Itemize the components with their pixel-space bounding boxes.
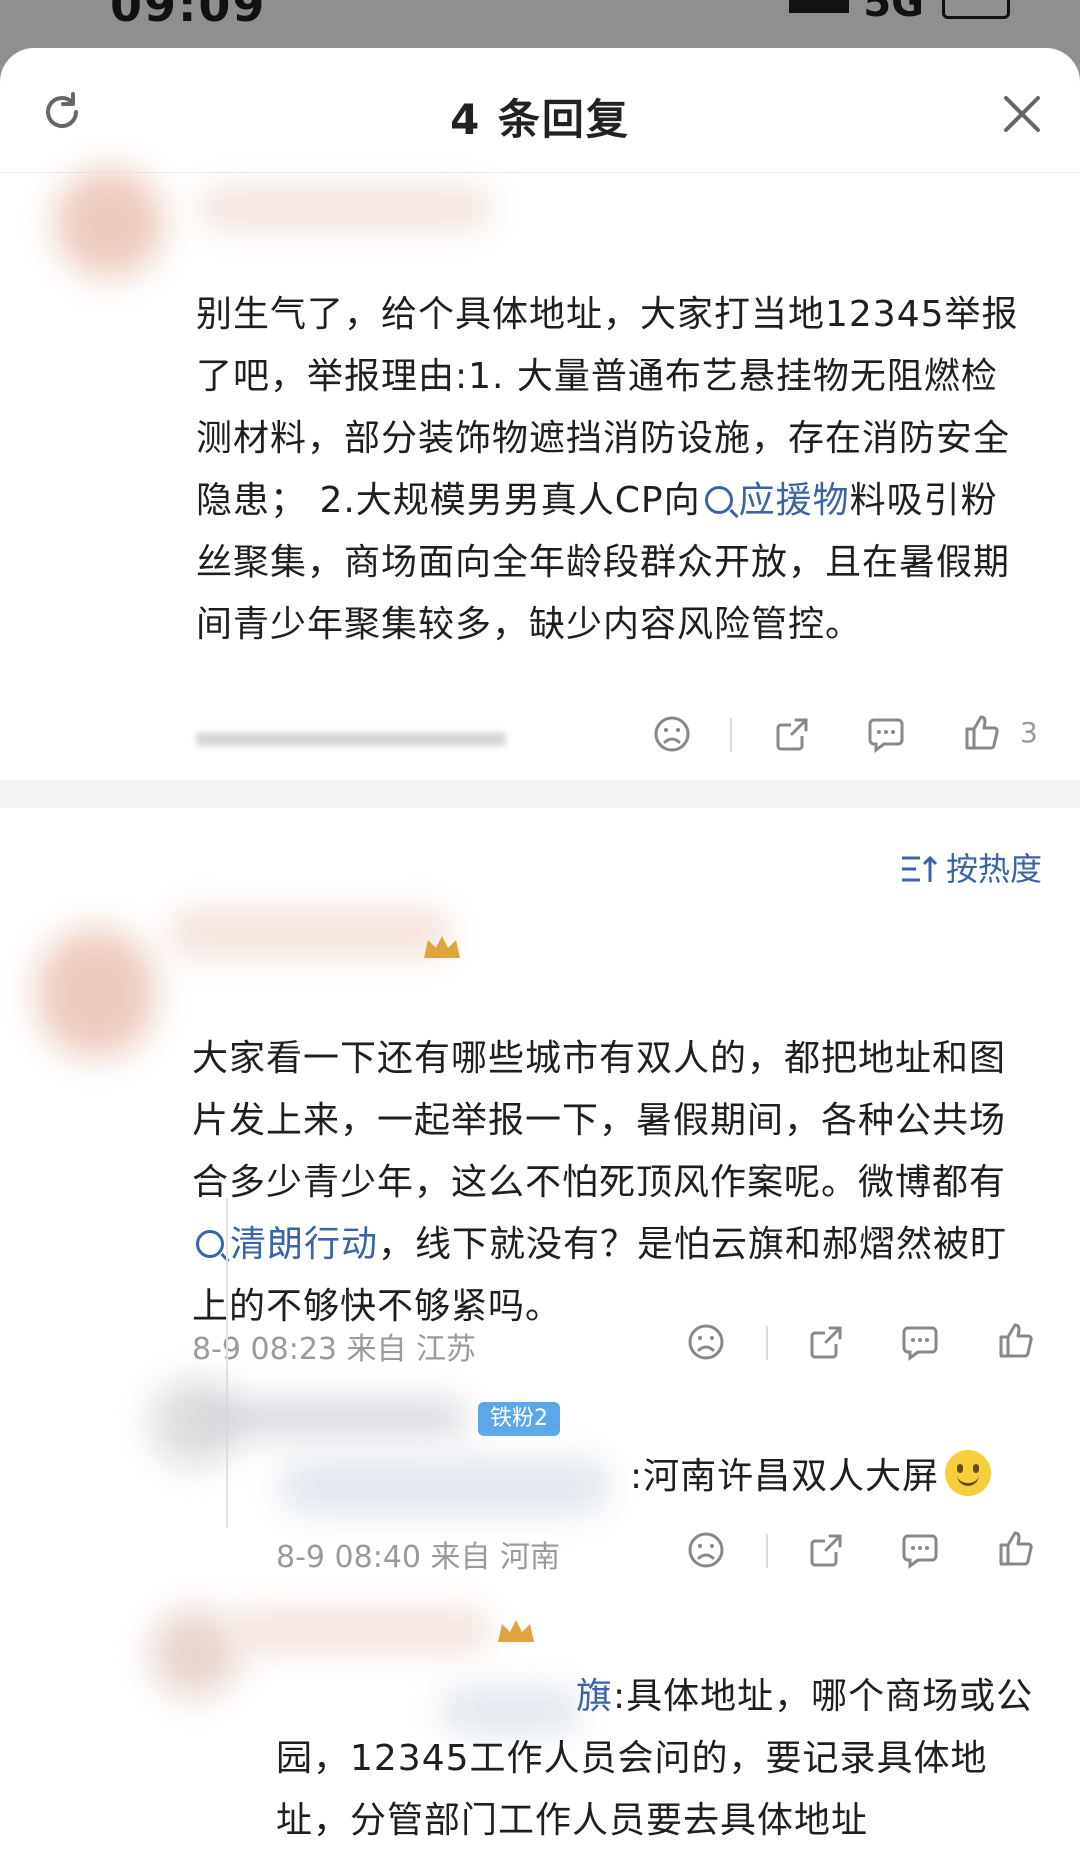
- dislike-icon[interactable]: [686, 1322, 726, 1362]
- crown-icon: [424, 936, 460, 958]
- root-comment-text: 别生气了，给个具体地址，大家打当地12345举报了吧，举报理由:1. 大量普通布…: [196, 294, 1019, 645]
- comment-icon[interactable]: [900, 1322, 940, 1362]
- status-indicators: 5G: [789, 0, 1010, 26]
- username[interactable]: [200, 188, 490, 228]
- sort-label: 按热度: [945, 850, 1042, 888]
- timestamp: [196, 732, 506, 746]
- reply-target-name[interactable]: [280, 1458, 610, 1514]
- sort-icon: [901, 855, 938, 882]
- reply-meta: 8-9 08:23 来自 江苏: [192, 1332, 477, 1367]
- status-bar: 09:09 5G: [0, 0, 1080, 48]
- avatar[interactable]: [54, 168, 164, 278]
- divider: [730, 718, 732, 752]
- thread-line: [226, 1198, 228, 1528]
- sub-reply-meta: 8-9 08:40 来自 河南: [276, 1540, 561, 1575]
- share-icon[interactable]: [772, 714, 812, 754]
- comment-icon[interactable]: [900, 1530, 940, 1570]
- status-time: 09:09: [110, 0, 267, 32]
- search-icon: [196, 1230, 224, 1258]
- crown-icon: [498, 1620, 534, 1642]
- sheet-title: 4 条回复: [450, 95, 630, 144]
- replies-sheet: 4 条回复 别生气了，给个具体地址，大家打当地12345举报了吧，举报理由:1.…: [0, 48, 1080, 1851]
- username[interactable]: [196, 1400, 466, 1436]
- divider: [766, 1534, 768, 1568]
- comment-icon[interactable]: [866, 714, 906, 754]
- avatar[interactable]: [36, 928, 156, 1058]
- share-icon[interactable]: [806, 1530, 846, 1570]
- reply-text: 大家看一下还有哪些城市有双人的，都把地址和图片发上来，一起举报一下，暑假期间，各…: [192, 1038, 1008, 1327]
- dislike-icon[interactable]: [686, 1530, 726, 1570]
- section-divider: [0, 780, 1080, 808]
- like-icon[interactable]: [996, 1320, 1036, 1360]
- username[interactable]: [170, 910, 450, 956]
- signal-icon: [789, 0, 850, 13]
- smile-emoji-icon: [945, 1450, 992, 1496]
- sub-reply-text: 旗:具体地址，哪个商场或公园，12345工作人员会问的，要记录具体地址，分管部门…: [276, 1676, 1034, 1841]
- like-icon[interactable]: [996, 1528, 1036, 1568]
- dislike-icon[interactable]: [652, 714, 692, 754]
- fan-badge: 铁粉2: [478, 1402, 560, 1436]
- close-icon[interactable]: [1000, 92, 1044, 136]
- search-icon: [704, 486, 733, 514]
- sort-button[interactable]: 按热度: [900, 844, 1042, 890]
- like-icon[interactable]: [962, 712, 1002, 752]
- topic-link[interactable]: 清朗行动: [192, 1224, 378, 1265]
- sub-reply-text: :河南许昌双人大屏: [630, 1446, 1050, 1508]
- divider: [766, 1326, 768, 1360]
- battery-icon: [942, 0, 1010, 19]
- like-count: 3: [1020, 716, 1038, 749]
- topic-link[interactable]: 应援物: [701, 480, 850, 521]
- sheet-header: 4 条回复: [0, 48, 1080, 173]
- share-icon[interactable]: [806, 1322, 846, 1362]
- avatar[interactable]: [150, 1608, 240, 1698]
- username[interactable]: [230, 1610, 490, 1650]
